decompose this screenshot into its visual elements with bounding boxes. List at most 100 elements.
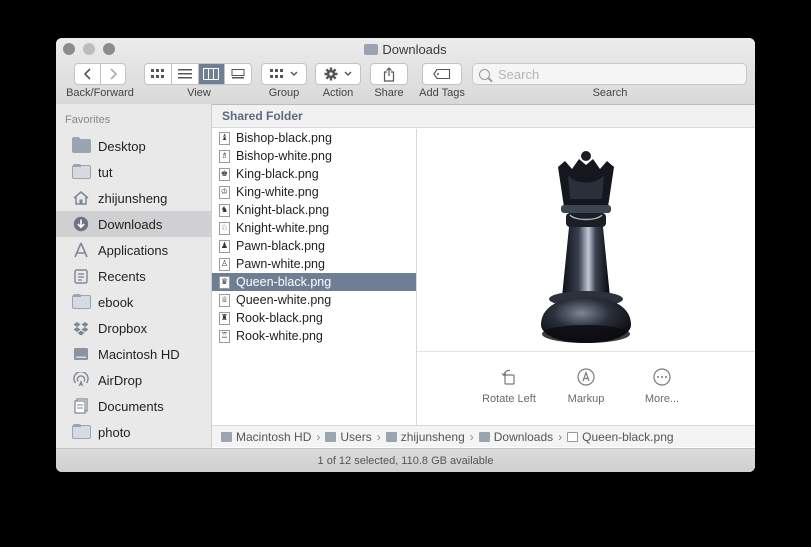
action-button[interactable] bbox=[315, 63, 361, 85]
image-file-icon: ♕ bbox=[219, 293, 230, 307]
group-label: Group bbox=[268, 87, 300, 99]
rotate-left-icon bbox=[499, 367, 519, 387]
sidebar-item-zhijunsheng[interactable]: zhijunsheng bbox=[56, 185, 211, 211]
column-header: Shared Folder bbox=[212, 105, 755, 128]
downloads-icon bbox=[71, 216, 91, 232]
more-icon bbox=[652, 367, 672, 387]
sidebar: Favorites Desktop tut zhijunsheng Downlo… bbox=[56, 104, 212, 455]
status-bar: 1 of 12 selected, 110.8 GB available bbox=[56, 448, 755, 472]
grid-icon bbox=[150, 69, 164, 78]
disk-icon bbox=[221, 431, 232, 442]
image-file-icon: ♖ bbox=[219, 329, 230, 343]
gallery-icon bbox=[231, 69, 245, 79]
tag-icon bbox=[433, 69, 451, 79]
add-tags-label: Add Tags bbox=[419, 87, 465, 99]
share-button[interactable] bbox=[370, 63, 408, 85]
image-file-icon: ♛ bbox=[219, 275, 230, 289]
column-view-button[interactable] bbox=[198, 64, 226, 84]
image-file-icon: ♘ bbox=[219, 221, 230, 235]
finder-window: Downloads Back/Forward View Group Action… bbox=[56, 38, 755, 472]
list-view-button[interactable] bbox=[172, 64, 199, 84]
file-row[interactable]: ♕ Queen-white.png bbox=[212, 291, 416, 309]
chevron-left-icon bbox=[83, 68, 91, 80]
file-row[interactable]: ♚ King-black.png bbox=[212, 165, 416, 183]
file-row[interactable]: ♙ Pawn-white.png bbox=[212, 255, 416, 273]
grid-icon bbox=[270, 69, 283, 78]
search-label: Search bbox=[592, 87, 628, 99]
chevron-right-icon: › bbox=[558, 429, 563, 444]
path-bar: Macintosh HD › Users › zhijunsheng › Downlo… bbox=[212, 425, 755, 447]
view-control bbox=[144, 63, 252, 85]
sidebar-item-desktop[interactable]: Desktop bbox=[56, 133, 211, 159]
chevron-down-icon bbox=[344, 71, 352, 76]
gallery-view-button[interactable] bbox=[225, 64, 251, 84]
sidebar-item-macintosh-hd[interactable]: Macintosh HD bbox=[56, 341, 211, 367]
share-icon bbox=[383, 66, 395, 82]
sidebar-item-tut[interactable]: tut bbox=[56, 159, 211, 185]
path-crumb-zhijunsheng[interactable]: zhijunsheng › bbox=[385, 430, 479, 444]
dropbox-icon bbox=[71, 320, 91, 336]
file-row[interactable]: ♟ Pawn-black.png bbox=[212, 237, 416, 255]
image-file-icon: ♟ bbox=[219, 239, 230, 253]
search-input[interactable]: Search bbox=[472, 63, 747, 85]
sidebar-item-downloads[interactable]: Downloads bbox=[56, 211, 211, 237]
folder-icon bbox=[71, 294, 91, 310]
path-crumb-file[interactable]: Queen-black.png bbox=[567, 430, 674, 444]
airdrop-icon bbox=[71, 372, 91, 388]
chevron-down-icon bbox=[290, 71, 298, 76]
file-row[interactable]: ♖ Rook-white.png bbox=[212, 327, 416, 345]
path-crumb-macintosh-hd[interactable]: Macintosh HD › bbox=[221, 430, 325, 444]
markup-icon bbox=[576, 367, 596, 387]
share-label: Share bbox=[374, 87, 404, 99]
folder-icon bbox=[478, 431, 490, 442]
file-row[interactable]: ♜ Rook-black.png bbox=[212, 309, 416, 327]
group-button[interactable] bbox=[261, 63, 307, 85]
path-crumb-downloads[interactable]: Downloads › bbox=[478, 429, 567, 444]
image-file-icon bbox=[567, 431, 579, 442]
search-icon bbox=[479, 68, 490, 80]
preview-pane: Rotate Left Markup More... bbox=[417, 129, 755, 425]
sidebar-item-photo[interactable]: photo bbox=[56, 419, 211, 445]
columns-icon bbox=[203, 68, 220, 80]
folder-icon bbox=[364, 44, 379, 55]
chevron-right-icon: › bbox=[316, 429, 321, 444]
gear-icon bbox=[324, 67, 338, 81]
sidebar-item-recents[interactable]: Recents bbox=[56, 263, 211, 289]
home-icon bbox=[71, 190, 91, 206]
sidebar-item-applications[interactable]: Applications bbox=[56, 237, 211, 263]
file-list: ♝ Bishop-black.png ♗ Bishop-white.png ♚ Kin… bbox=[212, 129, 417, 425]
more-button[interactable]: More... bbox=[622, 367, 702, 405]
file-row-selected[interactable]: ♛ Queen-black.png bbox=[212, 273, 416, 291]
view-label: View bbox=[187, 87, 211, 99]
queen-chess-piece-image bbox=[541, 151, 631, 343]
icon-view-button[interactable] bbox=[145, 64, 172, 84]
file-row[interactable]: ♗ Bishop-white.png bbox=[212, 147, 416, 165]
sidebar-item-ebook[interactable]: ebook bbox=[56, 289, 211, 315]
list-icon bbox=[177, 69, 192, 79]
sidebar-item-dropbox[interactable]: Dropbox bbox=[56, 315, 211, 341]
image-file-icon: ♔ bbox=[219, 185, 230, 199]
recents-icon bbox=[71, 268, 91, 284]
sidebar-item-documents[interactable]: Documents bbox=[56, 393, 211, 419]
back-button[interactable] bbox=[75, 64, 102, 84]
file-row[interactable]: ♝ Bishop-black.png bbox=[212, 129, 416, 147]
chevron-right-icon: › bbox=[376, 429, 381, 444]
markup-button[interactable]: Markup bbox=[546, 367, 626, 405]
rotate-left-button[interactable]: Rotate Left bbox=[469, 367, 549, 405]
folder-icon bbox=[71, 424, 91, 440]
file-row[interactable]: ♘ Knight-white.png bbox=[212, 219, 416, 237]
image-file-icon: ♜ bbox=[219, 311, 230, 325]
sidebar-heading: Favorites bbox=[65, 114, 111, 126]
sidebar-item-airdrop[interactable]: AirDrop bbox=[56, 367, 211, 393]
forward-button[interactable] bbox=[101, 64, 125, 84]
action-label: Action bbox=[322, 87, 354, 99]
image-file-icon: ♚ bbox=[219, 167, 230, 181]
toolbar: Downloads Back/Forward View Group Action… bbox=[56, 38, 755, 105]
add-tags-button[interactable] bbox=[422, 63, 462, 85]
file-row[interactable]: ♔ King-white.png bbox=[212, 183, 416, 201]
folder-icon bbox=[71, 164, 91, 180]
disk-icon bbox=[71, 346, 91, 362]
file-row[interactable]: ♞ Knight-black.png bbox=[212, 201, 416, 219]
quick-actions: Rotate Left Markup More... bbox=[417, 357, 755, 425]
path-crumb-users[interactable]: Users › bbox=[325, 430, 385, 444]
